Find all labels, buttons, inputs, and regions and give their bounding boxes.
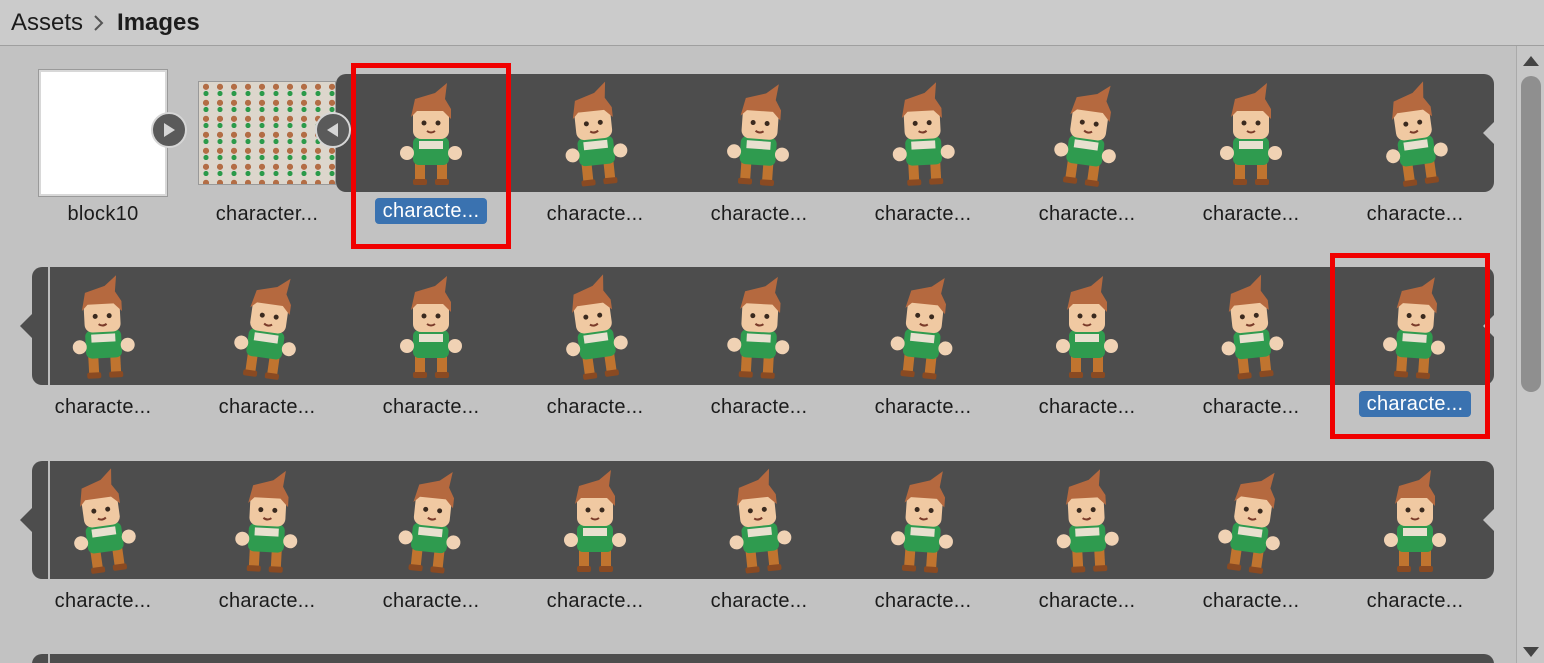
sprite-thumbnail: [684, 70, 834, 196]
sprite-item[interactable]: characte...: [848, 263, 998, 443]
sprite-item[interactable]: characte...: [1176, 263, 1326, 443]
sprite-thumbnail: [1340, 263, 1490, 389]
asset-character-spritesheet[interactable]: character...: [192, 70, 342, 250]
sprite-item[interactable]: characte...: [684, 70, 834, 250]
sprite-label: characte...: [1340, 391, 1490, 417]
sprite-thumbnail: [848, 70, 998, 196]
play-right-icon[interactable]: [151, 112, 187, 148]
sprite-label: characte...: [1202, 203, 1300, 225]
sprite-label: characte...: [546, 396, 644, 418]
sprite-item[interactable]: characte...: [1176, 457, 1326, 637]
sprite-item[interactable]: characte...: [28, 457, 178, 637]
sprite-label: characte...: [1202, 590, 1300, 612]
sprite-item[interactable]: characte...: [520, 457, 670, 637]
sprite-item[interactable]: characte...: [1340, 457, 1490, 637]
sprite-label: characte...: [218, 396, 316, 418]
sprite-item[interactable]: characte...: [1340, 263, 1490, 443]
sprite-item[interactable]: characte...: [1340, 70, 1490, 250]
sprite-label: characte...: [356, 198, 506, 224]
strip-divider: [48, 654, 50, 663]
sprite-label: characte...: [218, 590, 316, 612]
sprite-item[interactable]: characte...: [848, 457, 998, 637]
sprite-thumbnail: [1340, 70, 1490, 196]
play-left-icon[interactable]: [315, 112, 351, 148]
sprite-item[interactable]: characte...: [1176, 70, 1326, 250]
sprite-thumbnail: [684, 263, 834, 389]
breadcrumb-assets[interactable]: Assets: [11, 9, 83, 37]
sprite-item[interactable]: characte...: [1012, 457, 1162, 637]
sprite-label: characte...: [1202, 396, 1300, 418]
sprite-thumbnail: [1012, 263, 1162, 389]
sprite-thumbnail: [192, 457, 342, 583]
sprite-item[interactable]: characte...: [684, 263, 834, 443]
sprite-label: characte...: [1038, 590, 1136, 612]
sprite-thumbnail: [520, 457, 670, 583]
sprite-strip-4: [32, 654, 1494, 663]
sprite-label: characte...: [1038, 203, 1136, 225]
sprite-item[interactable]: characte...: [192, 457, 342, 637]
sprite-item[interactable]: characte...: [520, 70, 670, 250]
sprite-item[interactable]: characte...: [1012, 70, 1162, 250]
sprite-thumbnail: [1176, 457, 1326, 583]
breadcrumb-images[interactable]: Images: [117, 9, 200, 37]
sprite-thumbnail: [520, 263, 670, 389]
sprite-label: characte...: [874, 396, 972, 418]
sprite-label: characte...: [1366, 203, 1464, 225]
sprite-label: characte...: [546, 590, 644, 612]
sprite-label: characte...: [382, 590, 480, 612]
sprite-thumbnail: [1340, 457, 1490, 583]
sprite-label: characte...: [874, 590, 972, 612]
sprite-label: characte...: [546, 203, 644, 225]
sprite-label: characte...: [54, 590, 152, 612]
scroll-down-icon[interactable]: [1523, 647, 1539, 657]
sprite-label: characte...: [1038, 396, 1136, 418]
sprite-thumbnail: [356, 263, 506, 389]
scroll-thumb[interactable]: [1521, 76, 1541, 392]
vertical-scrollbar[interactable]: [1516, 46, 1544, 663]
sprite-label: characte...: [710, 590, 808, 612]
asset-label: block10: [67, 203, 139, 225]
block10-image: [39, 70, 167, 196]
sprite-thumbnail: [520, 70, 670, 196]
sprite-label: characte...: [54, 396, 152, 418]
asset-grid: block10 character... characte... characte…: [0, 46, 1516, 663]
sprite-thumbnail: [192, 263, 342, 389]
sprite-thumbnail: [356, 70, 506, 196]
sprite-item[interactable]: characte...: [684, 457, 834, 637]
sprite-item[interactable]: characte...: [1012, 263, 1162, 443]
asset-label: character...: [215, 203, 319, 225]
sprite-item[interactable]: characte...: [848, 70, 998, 250]
sprite-label: characte...: [874, 203, 972, 225]
chevron-right-icon: [93, 14, 105, 32]
sprite-item[interactable]: characte...: [192, 263, 342, 443]
sprite-thumbnail: [684, 457, 834, 583]
sprite-thumbnail: [1176, 70, 1326, 196]
sprite-item[interactable]: characte...: [520, 263, 670, 443]
sprite-item[interactable]: characte...: [356, 457, 506, 637]
breadcrumb: Assets Images: [0, 0, 1544, 46]
sprite-thumbnail: [848, 457, 998, 583]
sprite-thumbnail: [28, 457, 178, 583]
sprite-thumbnail: [1176, 263, 1326, 389]
asset-block10[interactable]: block10: [28, 70, 178, 250]
sprite-thumbnail: [28, 263, 178, 389]
sprite-thumbnail: [848, 263, 998, 389]
sprite-item[interactable]: characte...: [356, 263, 506, 443]
sprite-item[interactable]: characte...: [356, 70, 506, 250]
sprite-item[interactable]: characte...: [28, 263, 178, 443]
sprite-thumbnail: [1012, 70, 1162, 196]
sprite-label: characte...: [382, 396, 480, 418]
sprite-thumbnail: [1012, 457, 1162, 583]
scroll-up-icon[interactable]: [1523, 56, 1539, 66]
sprite-label: characte...: [710, 203, 808, 225]
sprite-label: characte...: [1366, 590, 1464, 612]
sprite-label: characte...: [710, 396, 808, 418]
sprite-thumbnail: [356, 457, 506, 583]
